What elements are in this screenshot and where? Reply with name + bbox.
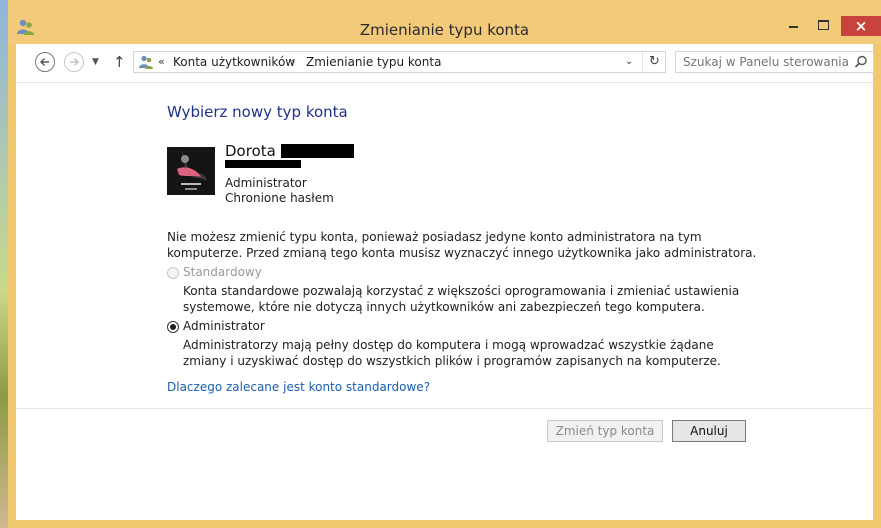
standard-option-label[interactable]: Standardowy [183, 265, 262, 279]
search-input[interactable] [677, 53, 858, 71]
navigation-bar: ▼ ↑ « Konta użytkowników › Zmienianie ty… [16, 44, 874, 83]
cancel-button[interactable]: Anuluj [672, 420, 746, 442]
standard-option-description: Konta standardowe pozwalają korzystać z … [183, 284, 740, 314]
arrow-left-icon [40, 58, 49, 66]
administrator-option-description: Administratorzy mają pełny dostęp do kom… [183, 338, 721, 368]
refresh-icon[interactable]: ↻ [642, 52, 666, 72]
chevron-down-icon[interactable]: ⌄ [625, 56, 633, 67]
notice-text: Nie możesz zmienić typu konta, ponieważ … [167, 230, 757, 260]
minimize-button[interactable] [778, 16, 808, 36]
up-arrow-icon[interactable]: ↑ [113, 53, 126, 71]
title-bar[interactable]: Zmienianie typu konta × [8, 0, 881, 44]
divider [16, 408, 873, 409]
close-icon: × [854, 17, 868, 35]
forward-button[interactable] [64, 52, 84, 72]
redaction-bar [281, 144, 354, 158]
user-role: Administrator [225, 176, 307, 190]
change-account-type-button[interactable]: Zmień typ konta [547, 420, 663, 442]
avatar [167, 147, 215, 195]
arrow-right-icon [70, 58, 79, 66]
back-button[interactable] [35, 52, 55, 72]
main-content: Wybierz nowy typ konta Dorota Administra… [16, 83, 873, 520]
control-panel-icon [139, 55, 153, 69]
breadcrumb-user-accounts[interactable]: Konta użytkowników [173, 55, 295, 69]
address-bar[interactable]: « Konta użytkowników › Zmienianie typu k… [133, 51, 666, 73]
window-title: Zmienianie typu konta [359, 21, 530, 39]
redaction-bar [225, 160, 301, 168]
administrator-option-label[interactable]: Administrator [183, 319, 265, 333]
breadcrumb-change-account-type[interactable]: Zmienianie typu konta [306, 55, 441, 69]
search-icon[interactable] [854, 55, 868, 69]
close-button[interactable]: × [841, 16, 881, 36]
page-title: Wybierz nowy typ konta [167, 103, 348, 121]
breadcrumb-overflow-icon[interactable]: « [158, 55, 165, 68]
breadcrumb-separator-icon[interactable]: › [291, 55, 295, 68]
administrator-radio[interactable] [167, 321, 179, 333]
password-status: Chronione hasłem [225, 191, 334, 205]
recent-locations-icon[interactable]: ▼ [92, 57, 99, 67]
standard-radio[interactable] [167, 267, 179, 279]
window: Zmienianie typu konta × ▼ ↑ « Konta użyt… [8, 0, 881, 528]
maximize-button[interactable] [808, 16, 838, 36]
user-name: Dorota [225, 142, 276, 160]
search-box[interactable] [675, 51, 874, 73]
standard-account-help-link[interactable]: Dlaczego zalecane jest konto standardowe… [167, 380, 430, 394]
